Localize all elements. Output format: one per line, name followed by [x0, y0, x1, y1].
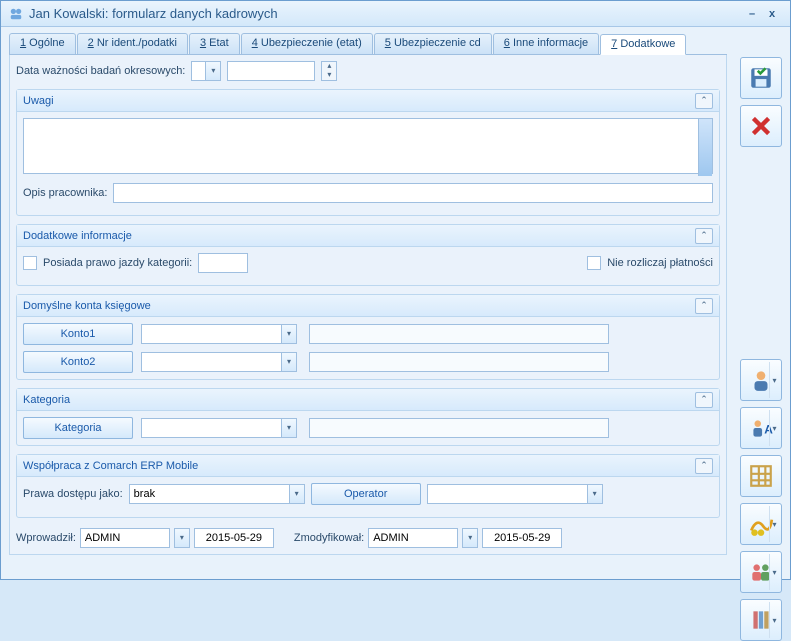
konto2-button[interactable]: Konto2 [23, 351, 133, 373]
section-uwagi: Uwagi ⌃ Opis pracownika: [16, 89, 720, 216]
konto1-combo[interactable]: ▾ [141, 324, 301, 344]
audit-row: Wprowadził: ▾ Zmodyfikował: ▾ [16, 528, 720, 548]
zmodyfikowal-value [368, 528, 458, 548]
nie-rozliczaj-checkbox[interactable] [587, 256, 601, 270]
collapse-dodatkowe[interactable]: ⌃ [695, 228, 713, 244]
section-uwagi-title: Uwagi [23, 95, 54, 107]
tab-dodatkowe[interactable]: 7 Dodatkowe [600, 34, 686, 55]
tab-nrident[interactable]: 2 Nr ident./podatki [77, 33, 188, 54]
toolbar-books[interactable]: ▾ [740, 599, 782, 641]
collapse-mobile[interactable]: ⌃ [695, 458, 713, 474]
uwagi-textarea-wrap [23, 118, 713, 177]
chevron-down-icon[interactable]: ▾ [769, 410, 779, 446]
prawa-dostepu-label: Prawa dostępu jako: [23, 488, 123, 500]
right-toolbar: ▾ A▾ ▾ ▾ ▾ [740, 57, 784, 641]
wprowadzil-label: Wprowadził: [16, 532, 76, 544]
collapse-kategoria[interactable]: ⌃ [695, 392, 713, 408]
prawa-dostepu-combo[interactable]: ▾ [129, 484, 305, 504]
prawo-jazdy-input[interactable] [198, 253, 248, 273]
tab-ubezpieczenie-etat[interactable]: 4 Ubezpieczenie (etat) [241, 33, 373, 54]
section-mobile: Współpraca z Comarch ERP Mobile ⌃ Prawa d… [16, 454, 720, 518]
window-title: Jan Kowalski: formularz danych kadrowych [29, 6, 742, 21]
kategoria-desc [309, 418, 609, 438]
chevron-down-icon[interactable]: ▾ [769, 362, 779, 398]
titlebar: Jan Kowalski: formularz danych kadrowych… [1, 1, 790, 27]
uwagi-textarea[interactable] [23, 118, 713, 174]
data-waznosci-label: Data ważności badań okresowych: [16, 65, 185, 77]
section-kategoria-title: Kategoria [23, 394, 70, 406]
opis-label: Opis pracownika: [23, 187, 107, 199]
app-icon [9, 7, 23, 21]
toolbar-people[interactable]: ▾ [740, 551, 782, 593]
kategoria-combo[interactable]: ▾ [141, 418, 301, 438]
section-kategoria: Kategoria ⌃ Kategoria ▾ [16, 388, 720, 446]
window: Jan Kowalski: formularz danych kadrowych… [0, 0, 791, 580]
tab-content: Data ważności badań okresowych: ▾ ▴▾ Uwa… [9, 55, 727, 555]
collapse-uwagi[interactable]: ⌃ [695, 93, 713, 109]
konto2-combo[interactable]: ▾ [141, 352, 301, 372]
section-dodatkowe-title: Dodatkowe informacje [23, 230, 132, 242]
main-area: 1 Ogólne 2 Nr ident./podatki 3 Etat 4 Ub… [1, 27, 735, 579]
save-button[interactable] [740, 57, 782, 99]
tab-ubezpieczenie-cd[interactable]: 5 Ubezpieczenie cd [374, 33, 492, 54]
wprowadzil-value [80, 528, 170, 548]
operator-button[interactable]: Operator [311, 483, 421, 505]
collapse-konta[interactable]: ⌃ [695, 298, 713, 314]
nie-rozliczaj-label: Nie rozliczaj płatności [607, 257, 713, 269]
scrollbar[interactable] [698, 119, 712, 176]
zmodyfikowal-label: Zmodyfikował: [294, 532, 364, 544]
wprowadzil-dd[interactable]: ▾ [174, 528, 190, 548]
zmodyfikowal-dd[interactable]: ▾ [462, 528, 478, 548]
data-waznosci-dropdown[interactable]: ▾ [191, 61, 221, 81]
wprowadzil-date [194, 528, 274, 548]
chevron-down-icon[interactable]: ▾ [769, 554, 779, 590]
opis-input[interactable] [113, 183, 713, 203]
toolbar-chart[interactable]: ▾ [740, 503, 782, 545]
posiada-prawo-checkbox[interactable] [23, 256, 37, 270]
chevron-down-icon[interactable]: ▾ [769, 506, 779, 542]
tab-etat[interactable]: 3 Etat [189, 33, 240, 54]
kategoria-button[interactable]: Kategoria [23, 417, 133, 439]
cancel-button[interactable] [740, 105, 782, 147]
zmodyfikowal-date [482, 528, 562, 548]
data-waznosci-input[interactable] [227, 61, 315, 81]
operator-combo[interactable]: ▾ [427, 484, 603, 504]
section-konta-title: Domyślne konta księgowe [23, 300, 151, 312]
konto1-desc [309, 324, 609, 344]
posiada-prawo-label: Posiada prawo jazdy kategorii: [43, 257, 192, 269]
konto2-desc [309, 352, 609, 372]
section-dodatkowe: Dodatkowe informacje ⌃ Posiada prawo jazd… [16, 224, 720, 286]
konto1-button[interactable]: Konto1 [23, 323, 133, 345]
toolbar-grid[interactable] [740, 455, 782, 497]
tab-inne[interactable]: 6 Inne informacje [493, 33, 599, 54]
toolbar-person[interactable]: ▾ [740, 359, 782, 401]
section-mobile-title: Współpraca z Comarch ERP Mobile [23, 460, 198, 472]
toolbar-person-letter[interactable]: A▾ [740, 407, 782, 449]
close-button[interactable]: x [762, 8, 782, 20]
minimize-button[interactable]: – [742, 8, 762, 20]
section-konta: Domyślne konta księgowe ⌃ Konto1 ▾ Konto2… [16, 294, 720, 380]
chevron-down-icon[interactable]: ▾ [769, 602, 779, 638]
data-waznosci-spinner[interactable]: ▴▾ [321, 61, 337, 81]
tabstrip: 1 Ogólne 2 Nr ident./podatki 3 Etat 4 Ub… [9, 33, 727, 55]
tab-ogolne[interactable]: 1 Ogólne [9, 33, 76, 54]
